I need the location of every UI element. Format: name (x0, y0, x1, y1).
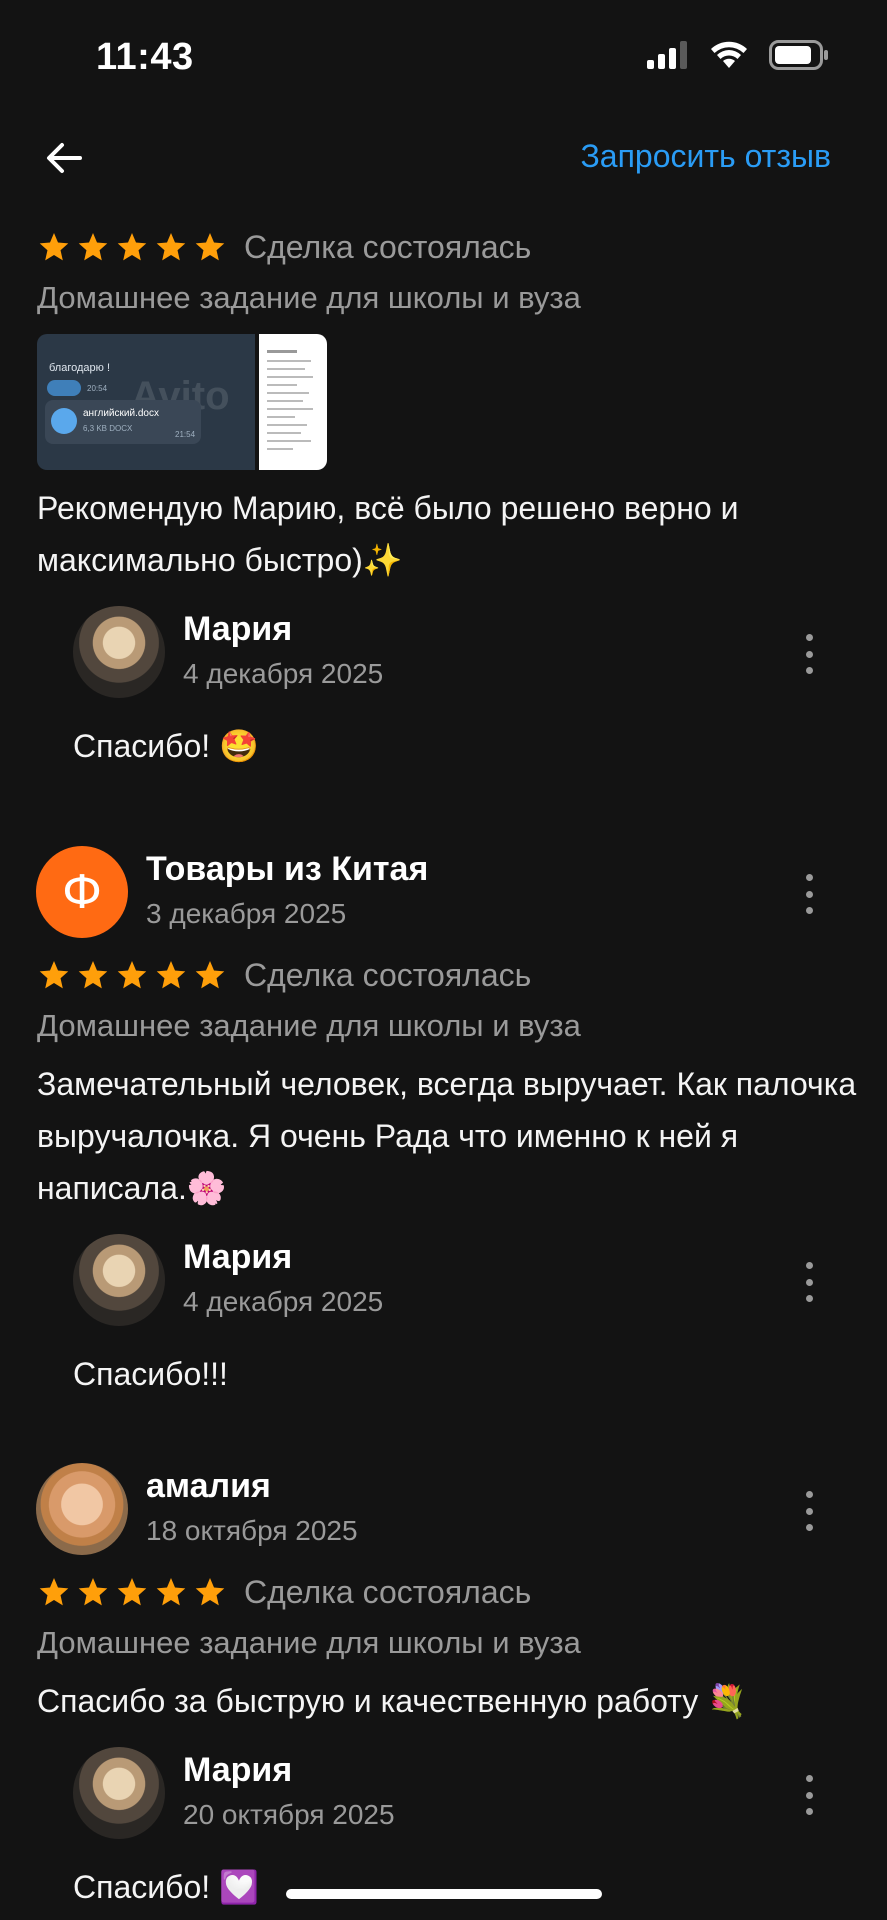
star-icon (156, 233, 186, 261)
thumbnail-time: 20:54 (87, 384, 108, 393)
star-icon (78, 233, 108, 261)
reply-date: 4 декабря 2025 (183, 1286, 384, 1317)
avatar[interactable]: Ф (36, 846, 128, 938)
star-icon (78, 1578, 108, 1606)
deal-status: Сделка состоялась (244, 228, 532, 265)
reviews-screen: 11:43 Запросить отзыв Сделка состоялась … (0, 0, 887, 1920)
status-time: 11:43 (96, 36, 194, 78)
review-author-row: амалия 18 октября 2025 (0, 1463, 887, 1555)
star-icon (117, 233, 147, 261)
star-icon (156, 961, 186, 989)
status-bar: 11:43 (0, 0, 887, 120)
attachment-thumbnail[interactable]: Avito благодарю ! 20:54 английский.docx … (37, 334, 255, 470)
thumbnail-file-size: 6,3 KB DOCX (83, 424, 133, 433)
thumbnail-time: 21:54 (175, 430, 196, 439)
cellular-signal-icon (647, 41, 687, 69)
star-icon (117, 1578, 147, 1606)
reply-text: Спасибо! 💟 (73, 1869, 259, 1905)
star-icon (156, 1578, 186, 1606)
more-options-button[interactable] (797, 1491, 821, 1531)
review-attachments: Avito благодарю ! 20:54 английский.docx … (0, 334, 887, 470)
review-category: Домашнее задание для школы и вуза (37, 280, 581, 315)
status-icons (647, 40, 829, 70)
thumbnail-message-line: благодарю ! (49, 362, 111, 374)
reply-author-name[interactable]: Мария (183, 1751, 292, 1790)
avatar[interactable] (73, 1234, 165, 1326)
more-options-button[interactable] (797, 634, 821, 674)
review-date: 18 октября 2025 (146, 1515, 358, 1546)
review-category: Домашнее задание для школы и вуза (37, 1625, 581, 1660)
home-indicator[interactable] (286, 1889, 602, 1899)
review-card: Ф Товары из Китая 3 декабря 2025 Сделка … (0, 846, 887, 1396)
rating-stars (38, 1576, 226, 1608)
deal-status: Сделка состоялась (244, 956, 532, 993)
rating-row: Сделка состоялась (0, 1567, 887, 1617)
arrow-left-icon (47, 143, 82, 173)
back-button[interactable] (40, 134, 88, 182)
seller-reply: Мария 4 декабря 2025 Спасибо!!! (0, 1234, 887, 1396)
star-icon (39, 961, 69, 989)
more-options-button[interactable] (797, 874, 821, 914)
deal-status: Сделка состоялась (244, 1573, 532, 1610)
star-icon (195, 1578, 225, 1606)
thumbnail-message-badge (47, 380, 81, 396)
review-author-name[interactable]: амалия (146, 1467, 271, 1506)
review-author-row: Ф Товары из Китая 3 декабря 2025 (0, 846, 887, 938)
star-icon (117, 961, 147, 989)
seller-reply: Мария 4 декабря 2025 Спасибо! 🤩 (0, 606, 887, 768)
battery-icon (769, 40, 828, 70)
file-icon (51, 408, 77, 434)
star-icon (78, 961, 108, 989)
review-category: Домашнее задание для школы и вуза (37, 1008, 581, 1043)
more-options-button[interactable] (797, 1262, 821, 1302)
review-text: Замечательный человек, всегда выручает. … (37, 1066, 857, 1206)
reply-author-row: Мария 4 декабря 2025 (0, 1234, 887, 1326)
rating-stars (38, 231, 226, 263)
reply-author-row: Мария 4 декабря 2025 (0, 606, 887, 698)
review-card: амалия 18 октября 2025 Сделка состоялась… (0, 1463, 887, 1909)
reply-author-name[interactable]: Мария (183, 1238, 292, 1277)
rating-row: Сделка состоялась (0, 222, 887, 272)
reply-text: Спасибо! 🤩 (73, 728, 259, 764)
avatar[interactable] (36, 1463, 128, 1555)
reply-author-row: Мария 20 октября 2025 (0, 1747, 887, 1839)
review-text: Спасибо за быструю и качественную работу… (37, 1683, 747, 1719)
reply-date: 20 октября 2025 (183, 1799, 395, 1830)
reply-author-name[interactable]: Мария (183, 610, 292, 649)
request-review-button[interactable]: Запросить отзыв (580, 138, 831, 175)
reply-date: 4 декабря 2025 (183, 658, 384, 689)
star-icon (39, 1578, 69, 1606)
wifi-icon (711, 41, 747, 68)
review-date: 3 декабря 2025 (146, 898, 347, 929)
seller-reply: Мария 20 октября 2025 Спасибо! 💟 (0, 1747, 887, 1909)
rating-stars (38, 959, 226, 991)
rating-row: Сделка состоялась (0, 950, 887, 1000)
thumbnail-file-name: английский.docx (83, 408, 159, 419)
star-icon (195, 961, 225, 989)
reply-text: Спасибо!!! (73, 1356, 228, 1392)
review-text: Рекомендую Марию, всё было решено верно … (37, 490, 739, 578)
avatar[interactable] (73, 1747, 165, 1839)
attachment-thumbnail[interactable] (259, 334, 327, 470)
avatar[interactable] (73, 606, 165, 698)
more-options-button[interactable] (797, 1775, 821, 1815)
star-icon (195, 233, 225, 261)
review-author-name[interactable]: Товары из Китая (146, 850, 428, 889)
star-icon (39, 233, 69, 261)
review-card: Сделка состоялась Домашнее задание для ш… (0, 222, 887, 768)
